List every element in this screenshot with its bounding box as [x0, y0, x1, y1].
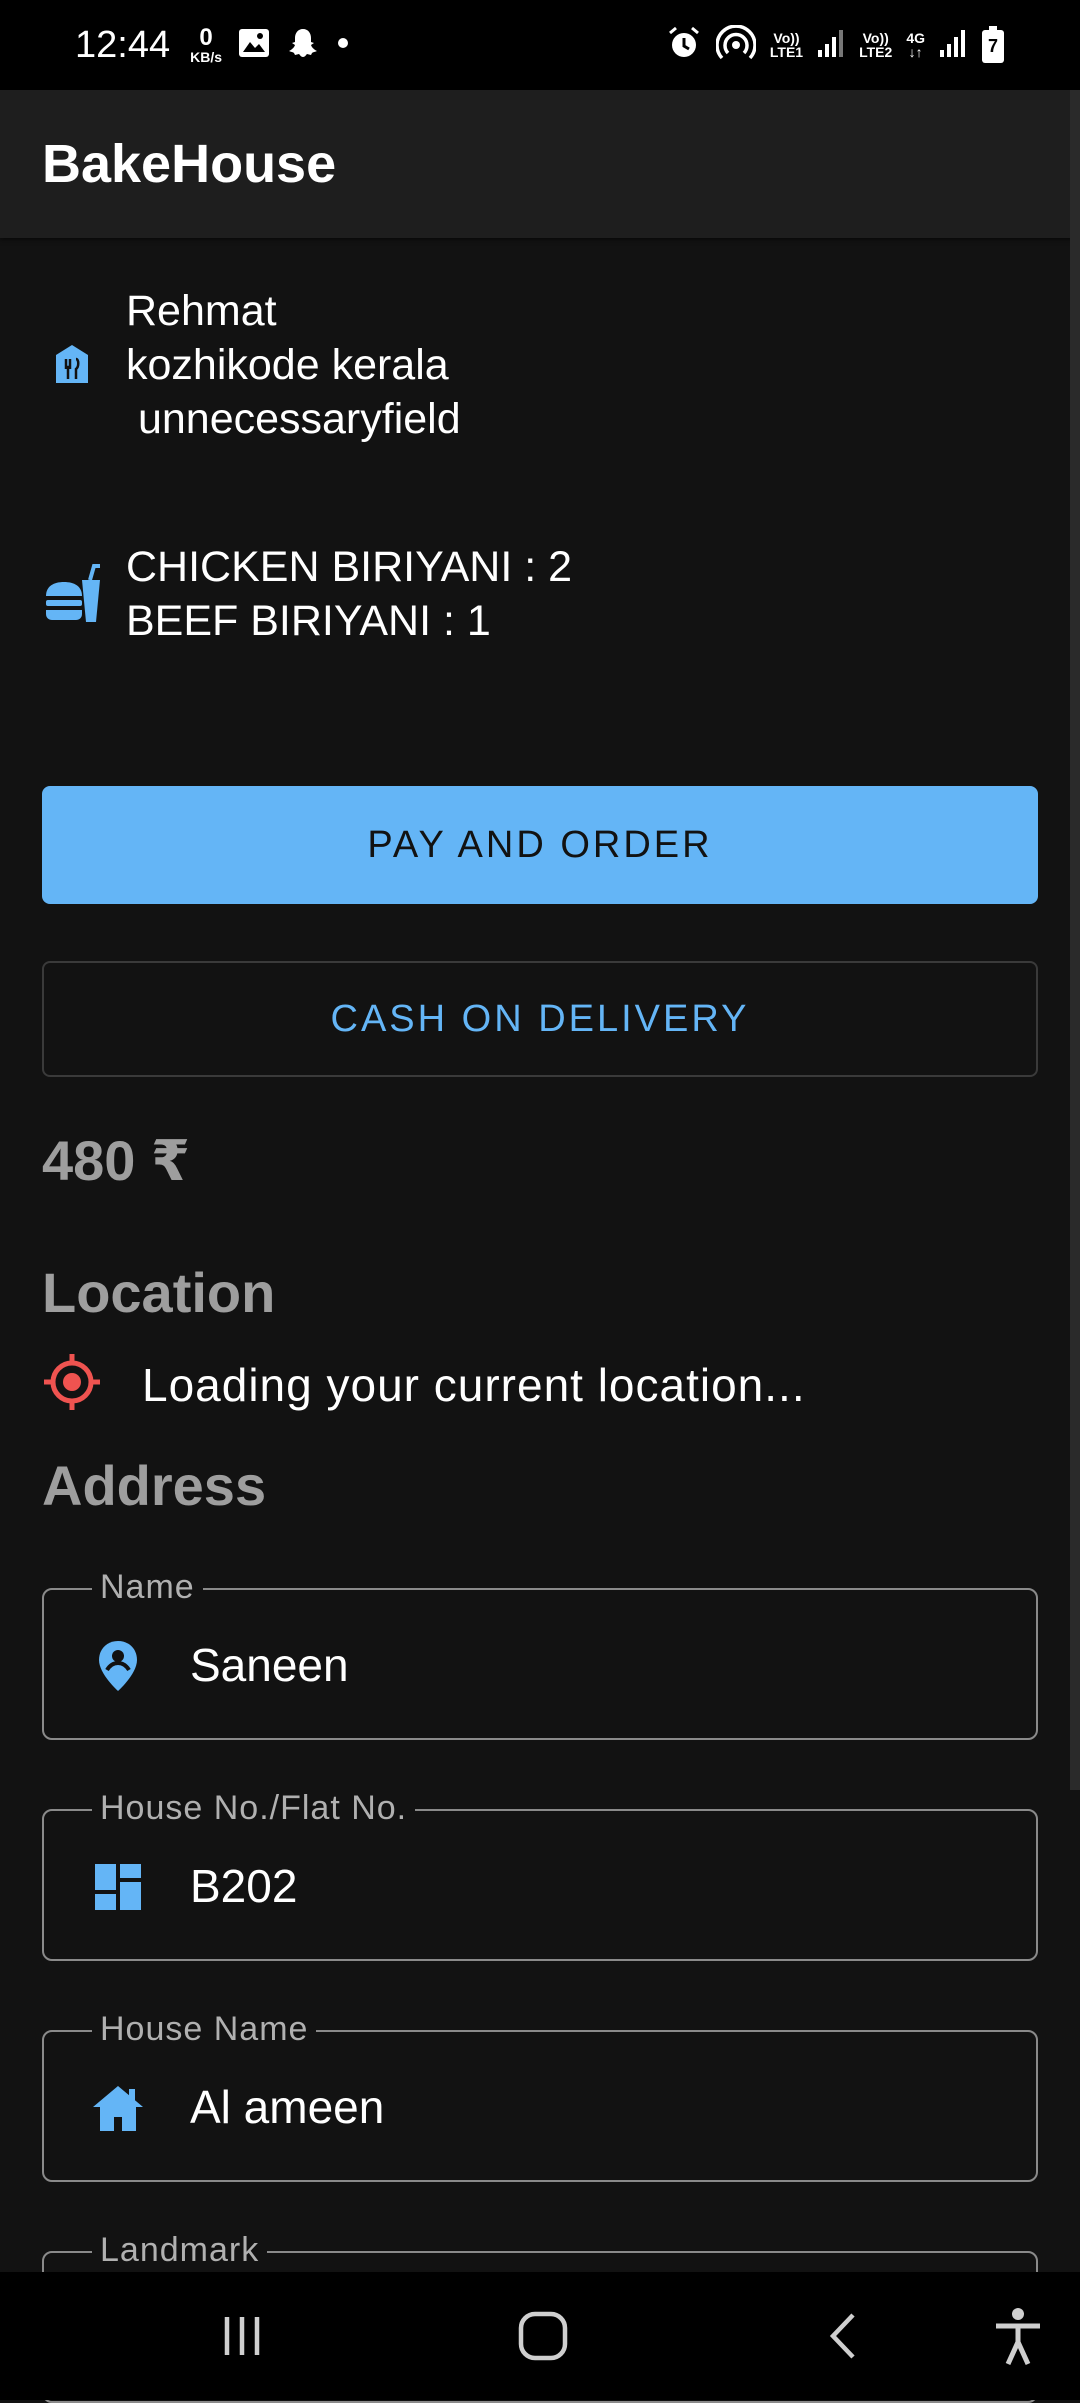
house-name-field[interactable]: House Name Al ameen: [42, 2010, 1038, 2182]
battery-icon: 7: [981, 26, 1005, 64]
network-type: 4G ↓↑: [906, 31, 925, 59]
order-info: CHICKEN BIRIYANI : 2 BEEF BIRIYANI : 1: [42, 540, 572, 648]
network-speed: 0 KB/s: [190, 24, 222, 65]
name-field[interactable]: Name Saneen: [42, 1568, 1038, 1740]
location-heading: Location: [42, 1261, 276, 1324]
recents-button[interactable]: [192, 2286, 292, 2386]
alarm-icon: [666, 25, 702, 66]
landmark-field-label: Landmark: [92, 2231, 268, 2270]
network-speed-value: 0: [199, 24, 213, 51]
person-pin-icon: [88, 1636, 148, 1696]
restaurant-info: Rehmat kozhikode kerala unnecessaryfield: [42, 284, 461, 446]
network-speed-unit: KB/s: [190, 49, 222, 65]
home-button[interactable]: [493, 2286, 593, 2386]
house-name-input[interactable]: Al ameen: [190, 2080, 384, 2134]
sim1-label: Vo)) LTE1: [770, 31, 803, 59]
location-row[interactable]: Loading your current location...: [42, 1352, 806, 1417]
fastfood-icon: [42, 562, 102, 626]
restaurant-details: Rehmat kozhikode kerala unnecessaryfield: [126, 287, 461, 443]
my-location-icon[interactable]: [42, 1352, 102, 1417]
signal-icon: [817, 28, 845, 63]
app-title: BakeHouse: [42, 134, 337, 194]
battery-level: 7: [987, 36, 998, 56]
image-icon: [238, 28, 270, 63]
storefront-icon: [42, 341, 102, 389]
dashboard-icon: [88, 1857, 148, 1917]
back-button[interactable]: [795, 2286, 895, 2386]
data-arrows-icon: ↓↑: [908, 44, 923, 60]
house-name-field-label: House Name: [92, 2010, 317, 2049]
sim2-label: Vo)) LTE2: [859, 31, 892, 59]
house-number-input[interactable]: B202: [190, 1859, 297, 1913]
snapchat-icon: [286, 26, 320, 65]
app-bar: BakeHouse: [0, 90, 1080, 238]
order-items: CHICKEN BIRIYANI : 2 BEEF BIRIYANI : 1: [126, 543, 573, 645]
pay-and-order-button[interactable]: PAY AND ORDER: [42, 786, 1038, 904]
name-field-label: Name: [92, 1568, 203, 1607]
address-heading: Address: [42, 1454, 267, 1517]
sim2-volte: Vo)): [862, 30, 889, 46]
signal-icon: [939, 28, 967, 63]
accessibility-button[interactable]: [968, 2286, 1068, 2386]
system-nav-bar: [0, 2272, 1080, 2400]
network-type-label: 4G: [906, 30, 925, 46]
house-icon: [88, 2078, 148, 2138]
cash-on-delivery-button[interactable]: CASH ON DELIVERY: [42, 961, 1038, 1077]
scrollbar[interactable]: [1070, 90, 1080, 1790]
sim2-lte: LTE2: [859, 44, 893, 60]
order-total: 480 ₹: [42, 1129, 190, 1192]
status-time: 12:44: [75, 23, 171, 66]
sim1-lte: LTE1: [769, 44, 804, 60]
status-bar: 12:44 0 KB/s Vo)) LTE1 Vo)) LTE2 4G ↓↑ 7: [0, 0, 1080, 90]
sim1-volte: Vo)): [773, 30, 800, 46]
house-number-field-label: House No./Flat No.: [92, 1789, 416, 1828]
name-input[interactable]: Saneen: [190, 1638, 349, 1692]
location-status: Loading your current location...: [142, 1358, 806, 1411]
hotspot-icon: [715, 23, 757, 66]
house-number-field[interactable]: House No./Flat No. B202: [42, 1789, 1038, 1961]
dot-icon: [336, 36, 350, 55]
